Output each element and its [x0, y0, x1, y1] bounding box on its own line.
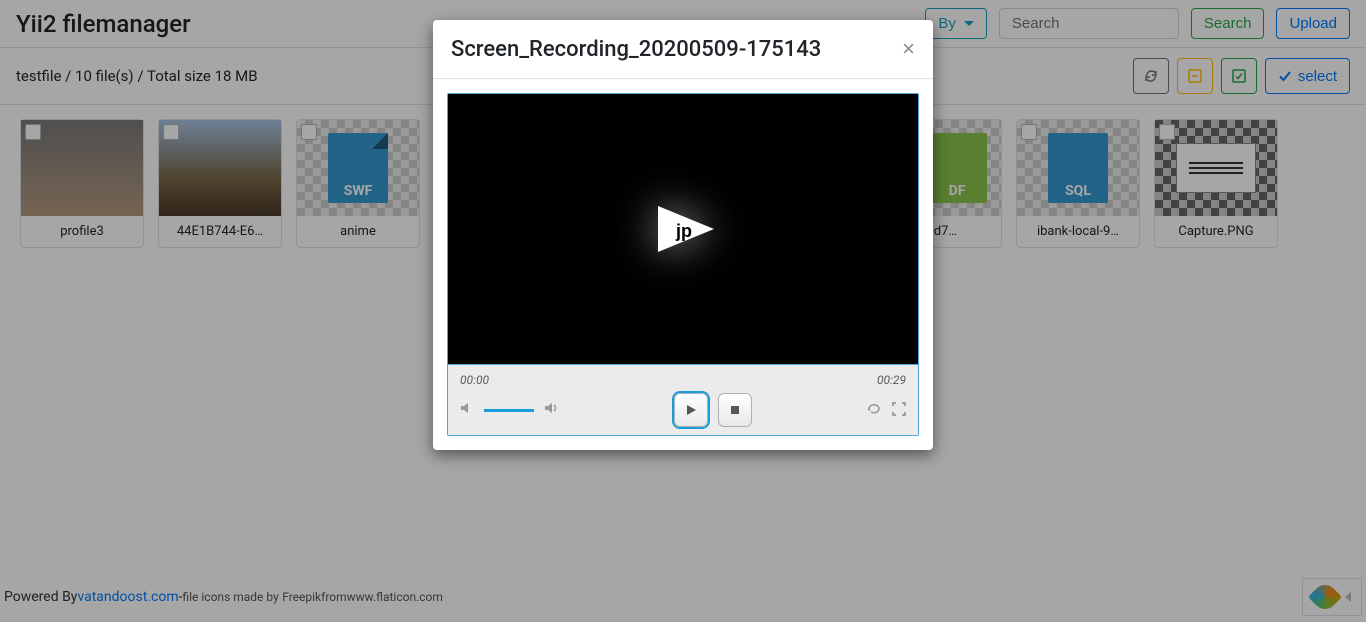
stop-button[interactable]: [718, 393, 752, 427]
big-play-button[interactable]: jp: [648, 204, 718, 254]
volume-max-icon[interactable]: [544, 401, 560, 419]
play-button[interactable]: [674, 393, 708, 427]
close-icon: ×: [902, 36, 915, 61]
svg-text:jp: jp: [675, 221, 692, 241]
modal-title: Screen_Recording_20200509-175143: [451, 37, 821, 62]
volume-slider[interactable]: [484, 409, 534, 412]
video-canvas[interactable]: jp: [448, 94, 918, 364]
preview-modal: Screen_Recording_20200509-175143 × jp 00…: [433, 20, 933, 450]
video-player: jp 00:00 00:29: [447, 93, 919, 436]
stop-icon: [730, 405, 740, 415]
fullscreen-icon: [892, 402, 906, 416]
close-button[interactable]: ×: [902, 36, 915, 62]
fullscreen-button[interactable]: [892, 401, 906, 420]
current-time: 00:00: [460, 373, 489, 387]
repeat-button[interactable]: [866, 401, 882, 420]
play-icon: [685, 404, 697, 416]
repeat-icon: [866, 402, 882, 416]
mute-icon[interactable]: [460, 401, 474, 419]
total-time: 00:29: [877, 373, 906, 387]
play-icon: jp: [648, 204, 718, 254]
